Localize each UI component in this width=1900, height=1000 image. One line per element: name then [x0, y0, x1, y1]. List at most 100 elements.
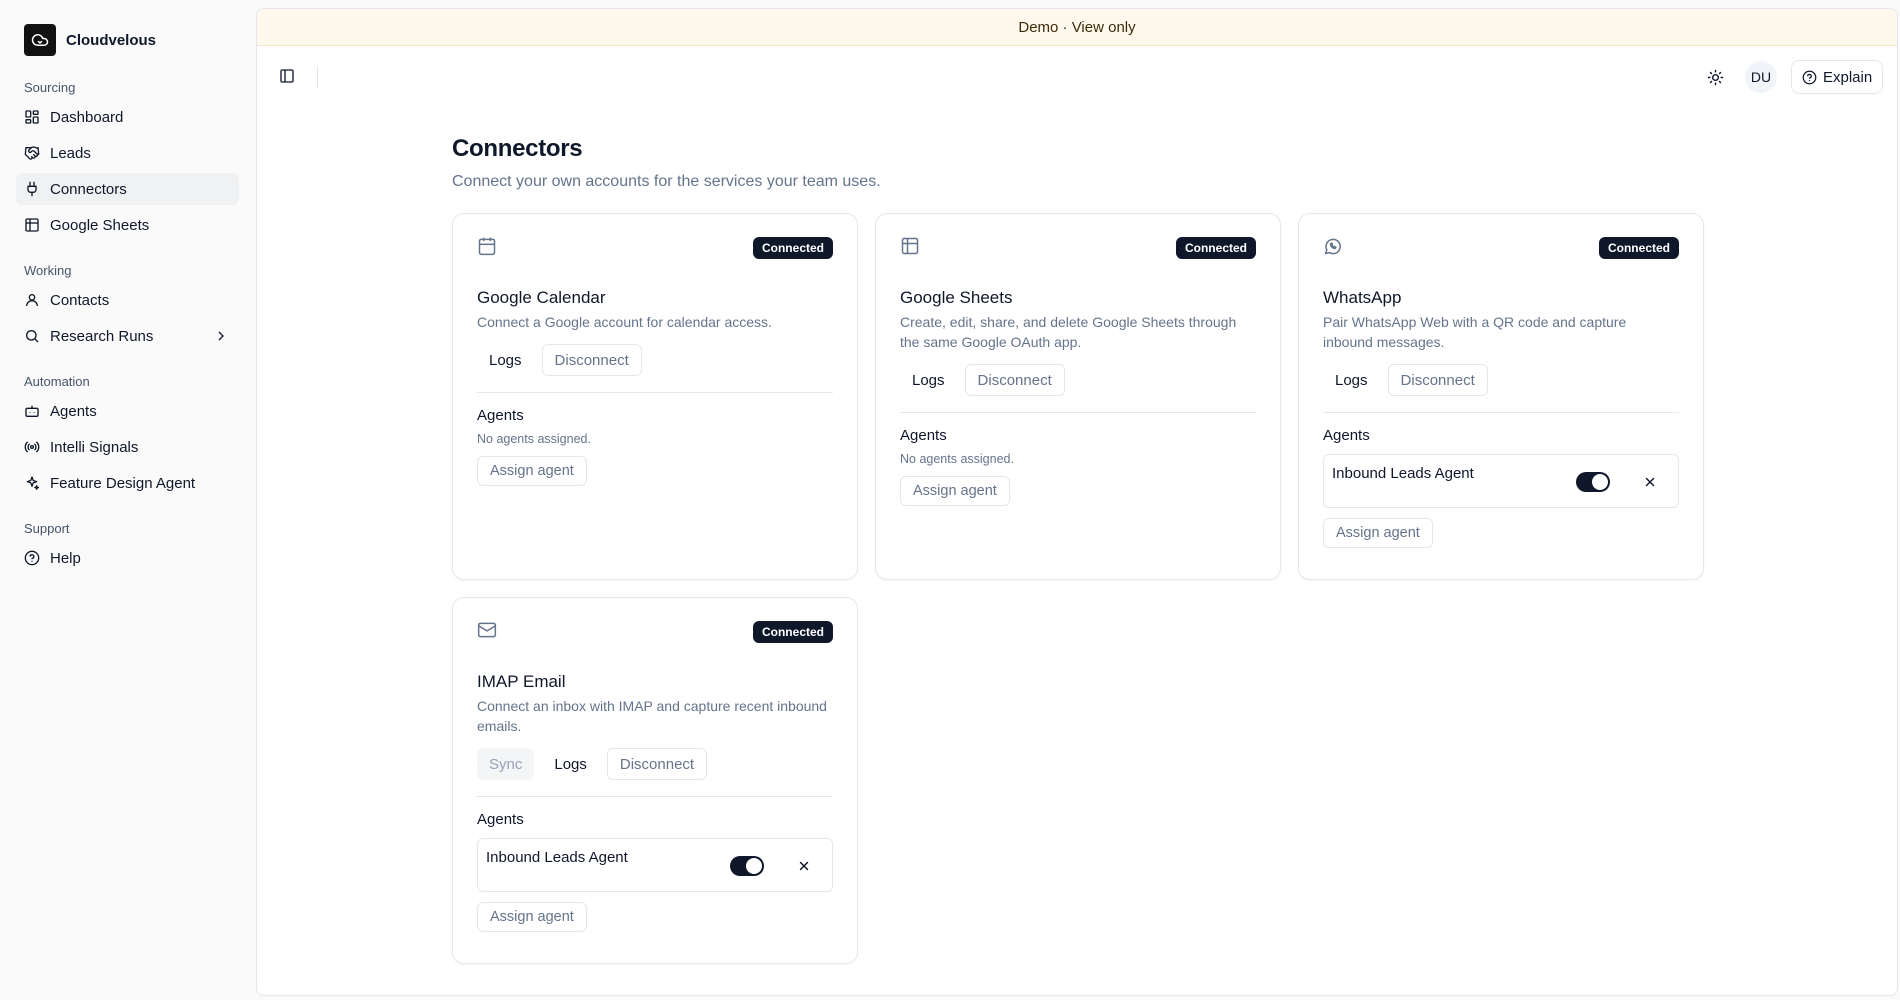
- sidebar-item-feature-design-agent[interactable]: Feature Design Agent: [16, 467, 239, 499]
- sidebar-item-label: Feature Design Agent: [50, 474, 196, 492]
- assign-agent-button[interactable]: Assign agent: [477, 456, 587, 486]
- connectors-page: Connectors Connect your own accounts for…: [452, 135, 1704, 964]
- status-badge: Connected: [752, 621, 833, 643]
- agent-enabled-toggle[interactable]: [1576, 472, 1610, 492]
- sidebar-item-leads[interactable]: Leads: [16, 137, 239, 169]
- logs-button[interactable]: Logs: [1323, 364, 1380, 396]
- nav-group-label: Automation: [24, 374, 90, 389]
- connector-title: Google Sheets: [900, 288, 1013, 307]
- sidebar-item-contacts[interactable]: Contacts: [16, 284, 239, 316]
- status-badge: Connected: [1175, 237, 1256, 259]
- sidebar-item-label: Leads: [50, 144, 91, 162]
- sidebar-toggle-button[interactable]: [273, 62, 301, 90]
- whatsapp-icon: [1323, 236, 1343, 261]
- no-agents-text: No agents assigned.: [900, 452, 1014, 466]
- disconnect-button[interactable]: Disconnect: [964, 364, 1065, 396]
- close-icon: [799, 861, 809, 871]
- agent-name: Inbound Leads Agent: [1332, 465, 1474, 482]
- connector-card-imap-email: Connected IMAP Email Connect an inbox wi…: [452, 597, 858, 964]
- dashboard-icon: [25, 110, 39, 124]
- disconnect-button[interactable]: Disconnect: [1387, 364, 1488, 396]
- sidebar-item-label: Intelli Signals: [50, 438, 139, 456]
- logs-button[interactable]: Logs: [542, 748, 599, 780]
- sidebar-item-google-sheets[interactable]: Google Sheets: [16, 209, 239, 241]
- divider: [477, 392, 833, 393]
- remove-agent-button[interactable]: [1640, 472, 1660, 492]
- connector-card-google-calendar: Connected Google Calendar Connect a Goog…: [452, 213, 858, 580]
- panel-left-icon: [280, 69, 294, 83]
- sheet-icon: [25, 218, 39, 232]
- sidebar-item-research-runs[interactable]: Research Runs: [16, 320, 239, 352]
- page-title: Connectors: [452, 135, 583, 162]
- calendar-icon: [477, 236, 497, 261]
- nav-group-sourcing: Sourcing Dashboard Leads Connectors Goog…: [16, 80, 239, 241]
- signal-icon: [24, 441, 40, 453]
- logs-button[interactable]: Logs: [477, 344, 534, 376]
- disconnect-button[interactable]: Disconnect: [606, 748, 708, 780]
- nav-group-automation: Automation Agents Intelli Signals Featur…: [16, 374, 239, 499]
- sidebar-item-dashboard[interactable]: Dashboard: [16, 101, 239, 133]
- logs-button[interactable]: Logs: [900, 364, 957, 396]
- divider: [477, 796, 833, 797]
- agents-heading: Agents: [900, 427, 947, 444]
- divider: [1323, 412, 1679, 413]
- sidebar-item-label: Google Sheets: [50, 216, 150, 234]
- agent-enabled-toggle[interactable]: [730, 856, 764, 876]
- theme-toggle-button[interactable]: [1702, 64, 1728, 90]
- leads-icon: [24, 146, 40, 160]
- page-subtitle: Connect your own accounts for the servic…: [452, 173, 881, 190]
- toggle-knob: [746, 858, 762, 874]
- main-panel: Demo · View only DU Explain Connectors C…: [256, 8, 1898, 996]
- nav-group-label: Sourcing: [24, 80, 76, 95]
- brand[interactable]: Cloudvelous: [24, 24, 231, 56]
- connector-description: Create, edit, share, and delete Google S…: [900, 314, 1237, 350]
- demo-banner: Demo · View only: [257, 9, 1897, 46]
- no-agents-text: No agents assigned.: [477, 432, 591, 446]
- close-icon: [1645, 477, 1655, 487]
- assign-agent-button[interactable]: Assign agent: [477, 902, 587, 932]
- sun-icon: [1707, 69, 1723, 85]
- sidebar-item-help[interactable]: Help: [16, 542, 239, 574]
- bot-icon: [25, 405, 39, 417]
- sidebar-item-connectors[interactable]: Connectors: [16, 173, 239, 205]
- divider: [317, 66, 318, 88]
- disconnect-button[interactable]: Disconnect: [541, 344, 642, 376]
- nav-group-label: Working: [24, 263, 72, 278]
- agent-name: Inbound Leads Agent: [486, 849, 628, 866]
- sidebar-item-label: Dashboard: [50, 108, 124, 126]
- nav-group-working: Working Contacts Research Runs: [16, 263, 239, 352]
- sheet-icon: [900, 236, 920, 261]
- sidebar-item-intelli-signals[interactable]: Intelli Signals: [16, 431, 239, 463]
- topbar: DU Explain: [257, 46, 1897, 108]
- explain-button[interactable]: Explain: [1791, 60, 1884, 94]
- sidebar-item-agents[interactable]: Agents: [16, 395, 239, 427]
- sync-button[interactable]: Sync: [477, 748, 535, 780]
- plug-icon: [27, 181, 37, 197]
- help-icon: [24, 550, 40, 566]
- chevron-right-icon[interactable]: [213, 328, 229, 344]
- cloud-logo-icon: [24, 24, 56, 56]
- help-circle-icon: [1802, 70, 1817, 84]
- connectors-grid: Connected Google Calendar Connect a Goog…: [452, 213, 1704, 964]
- mail-icon: [477, 620, 497, 645]
- connector-card-whatsapp: Connected WhatsApp Pair WhatsApp Web wit…: [1298, 213, 1704, 580]
- agents-heading: Agents: [477, 811, 524, 828]
- connector-title: WhatsApp: [1323, 288, 1402, 307]
- connector-title: IMAP Email: [477, 672, 566, 691]
- avatar[interactable]: DU: [1745, 61, 1777, 93]
- sidebar-item-label: Help: [50, 549, 81, 567]
- assigned-agent-row: Inbound Leads Agent: [477, 838, 833, 892]
- sidebar-item-label: Agents: [50, 402, 97, 420]
- agents-heading: Agents: [477, 407, 524, 424]
- search-icon: [26, 330, 39, 343]
- connector-card-google-sheets: Connected Google Sheets Create, edit, sh…: [875, 213, 1281, 580]
- status-badge: Connected: [1598, 237, 1679, 259]
- assign-agent-button[interactable]: Assign agent: [900, 476, 1010, 506]
- connector-description: Pair WhatsApp Web with a QR code and cap…: [1323, 314, 1627, 350]
- sidebar-item-label: Connectors: [50, 180, 127, 198]
- remove-agent-button[interactable]: [794, 856, 814, 876]
- sparkles-icon: [26, 476, 40, 490]
- connector-title: Google Calendar: [477, 288, 606, 307]
- brand-name: Cloudvelous: [66, 31, 157, 49]
- assign-agent-button[interactable]: Assign agent: [1323, 518, 1433, 548]
